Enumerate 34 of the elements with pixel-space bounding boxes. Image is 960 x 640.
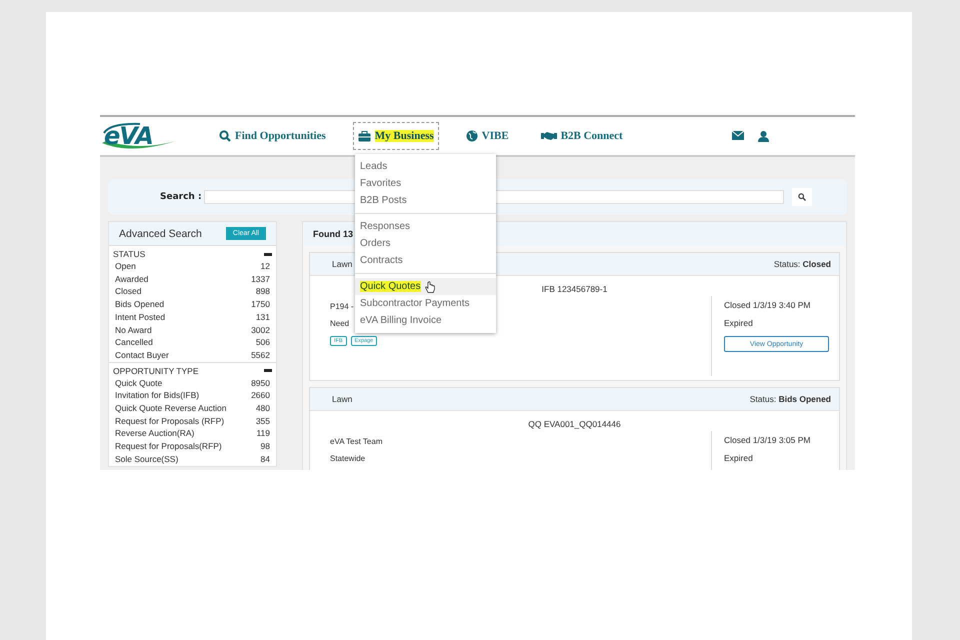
location-text: Need (330, 319, 350, 328)
card-title: Lawn (332, 394, 352, 404)
organization-text: eVA Test Team (330, 437, 382, 446)
solicitation-number: QQ EVA001_QQ014446 (528, 418, 621, 429)
filter-count: 131 (256, 310, 270, 324)
results-count: Found 13 (313, 229, 353, 239)
filter-count: 98 (260, 440, 270, 453)
closing-date: Closed 1/3/19 3:40 PM (724, 300, 812, 310)
filter-count: 1750 (251, 298, 270, 311)
filter-count: 5562 (251, 348, 270, 362)
filter-count: 1337 (251, 272, 270, 286)
solicitation-number: IFB 123456789-1 (542, 283, 608, 294)
filter-count: 12 (260, 260, 270, 273)
panel-title: Advanced Search (119, 228, 202, 240)
filter-count: 119 (256, 427, 270, 440)
expiry-status: Expired (724, 318, 754, 328)
closing-date: Closed 1/3/19 3:05 PM (724, 435, 812, 445)
filter-count: 480 (256, 402, 270, 415)
status-text: Status: Closed (774, 259, 831, 269)
filter-count: 8950 (251, 376, 270, 390)
filter-count: 3002 (251, 324, 270, 336)
filter-count: 506 (256, 336, 270, 349)
organization-text: P194 - (330, 302, 354, 311)
filter-count: 898 (256, 285, 270, 298)
expiry-status: Expired (724, 453, 754, 463)
section-title: OPPORTUNITY TYPE (113, 366, 198, 376)
status-text: Status: Bids Opened (750, 394, 831, 404)
filter-count: 355 (256, 414, 270, 428)
card-title: Lawn (332, 259, 352, 269)
search-label: Search : (160, 192, 202, 202)
filter-count: 84 (260, 452, 270, 466)
filter-count: 2660 (251, 389, 270, 402)
location-text: Statewide (330, 454, 366, 463)
section-title: STATUS (113, 249, 146, 259)
